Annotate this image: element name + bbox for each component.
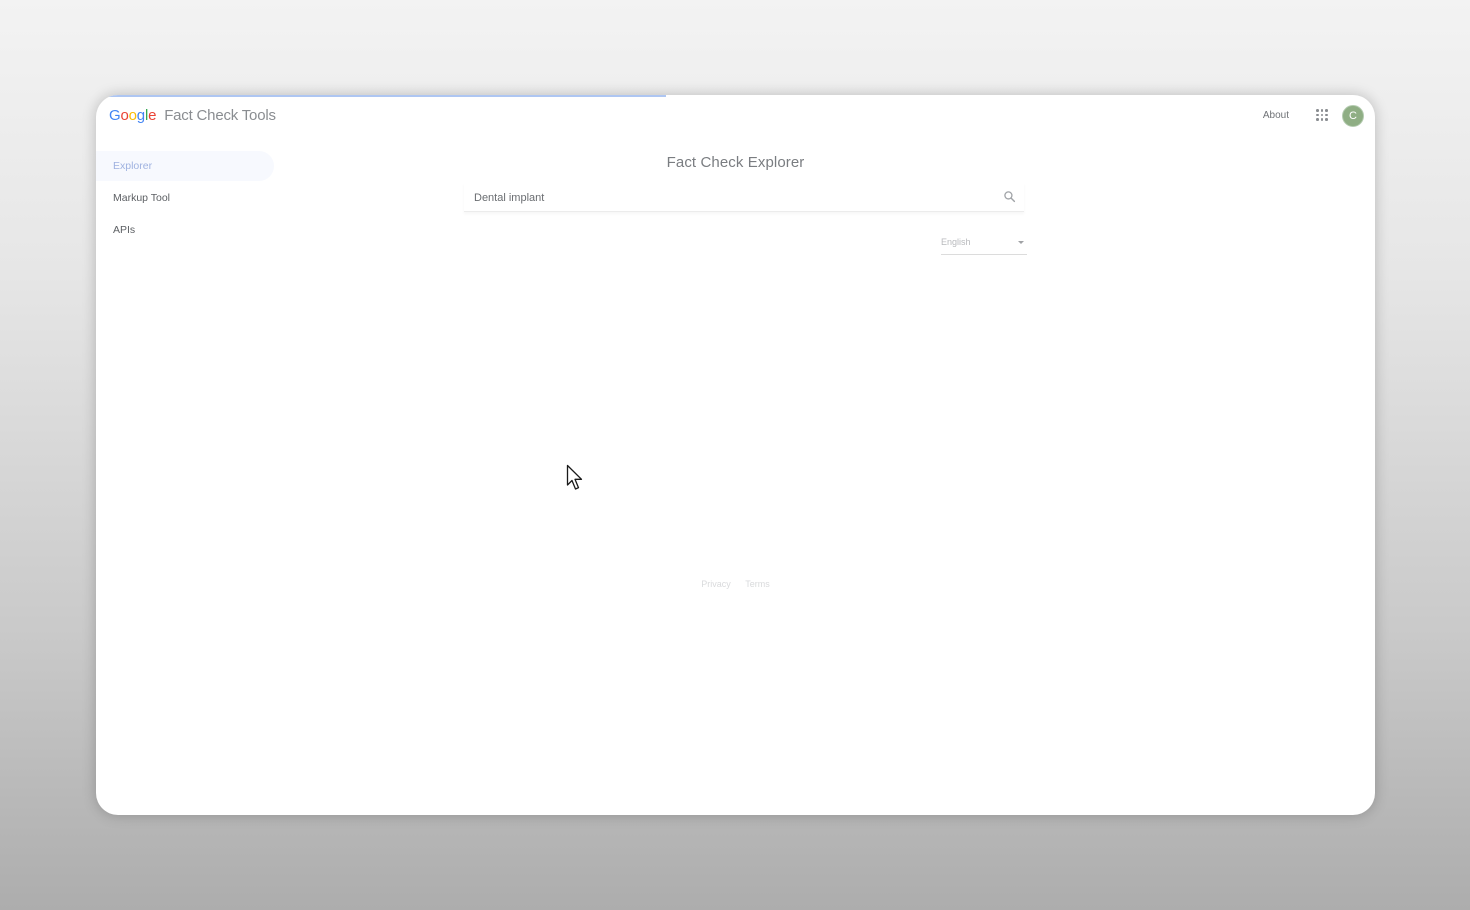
apps-grid-icon[interactable]	[1316, 109, 1328, 121]
browser-window: Google Fact Check Tools About C Explorer…	[96, 95, 1375, 815]
search-input[interactable]	[464, 183, 996, 213]
footer-link-terms[interactable]: Terms	[745, 579, 770, 589]
search-icon[interactable]	[1003, 190, 1016, 203]
footer: Privacy Terms	[96, 579, 1375, 589]
language-selected-value: English	[941, 237, 971, 247]
search-box	[464, 183, 1024, 213]
logo-letter: o	[120, 107, 129, 124]
top-app-bar: Google Fact Check Tools About C	[96, 95, 1375, 137]
account-avatar[interactable]: C	[1342, 105, 1364, 127]
logo-letter: G	[109, 107, 121, 124]
mouse-cursor-icon	[566, 464, 583, 490]
language-select[interactable]: English	[941, 234, 1027, 255]
logo-letter: e	[148, 107, 157, 124]
chevron-down-icon	[1018, 241, 1024, 244]
google-wordmark: Google	[109, 107, 160, 124]
footer-link-privacy[interactable]: Privacy	[701, 579, 731, 589]
page-title: Fact Check Explorer	[666, 154, 805, 171]
product-name: Fact Check Tools	[164, 107, 276, 124]
about-link[interactable]: About	[1263, 110, 1289, 121]
google-fact-check-tools-logo[interactable]: Google Fact Check Tools	[109, 107, 276, 124]
logo-letter: g	[136, 107, 145, 124]
sidebar-item-apis[interactable]: APIs	[96, 215, 274, 245]
logo-letter: o	[128, 107, 137, 124]
sidebar-item-markup-tool[interactable]: Markup Tool	[96, 183, 274, 213]
